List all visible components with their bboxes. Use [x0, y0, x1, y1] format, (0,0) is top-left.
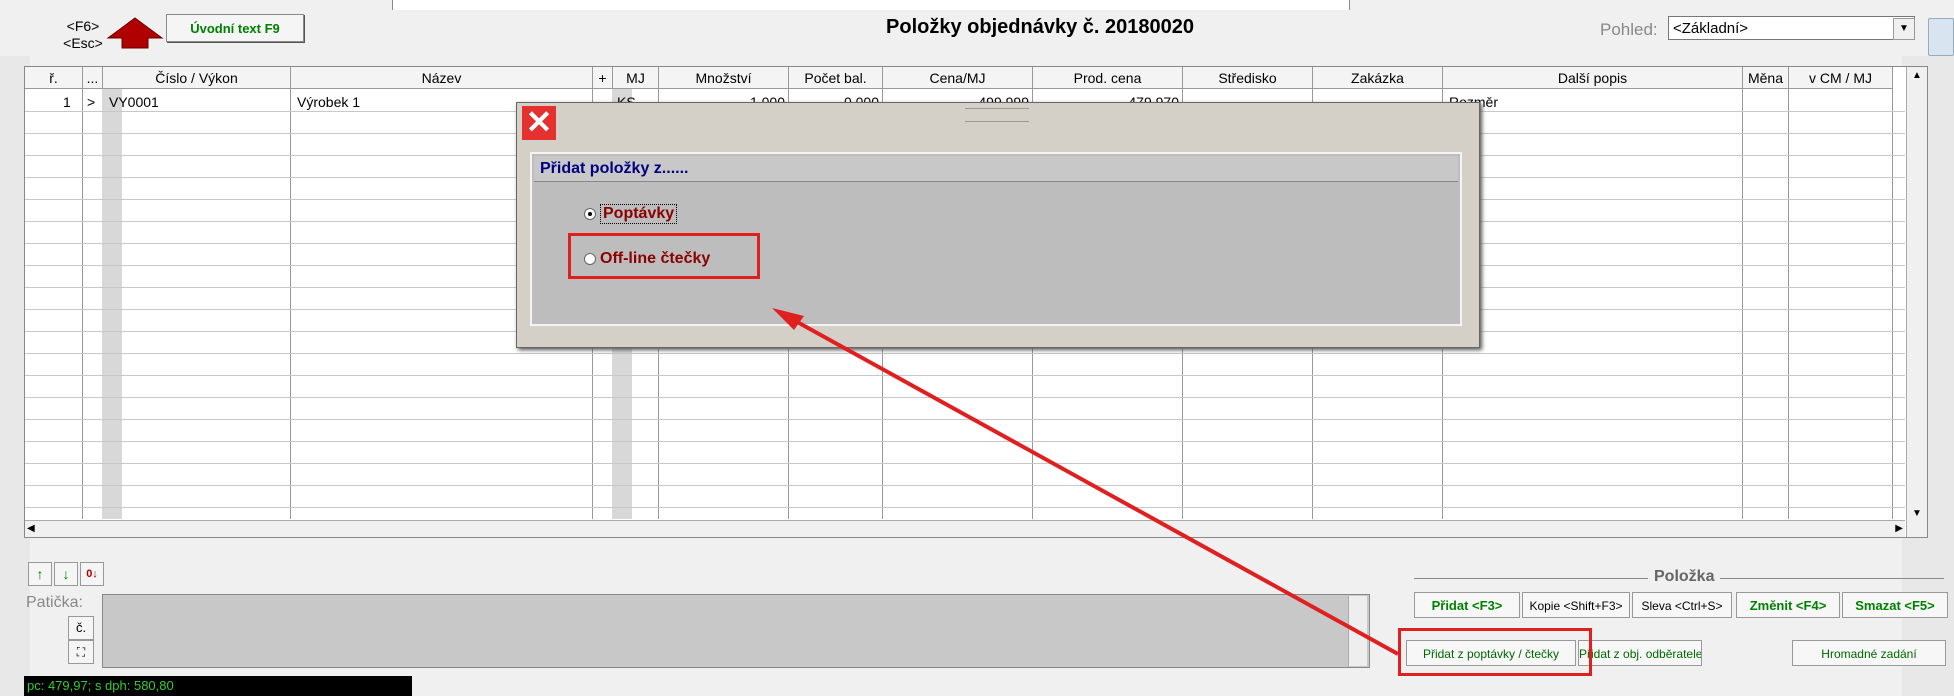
- cell-cislo[interactable]: VY0001: [109, 93, 159, 111]
- col-header-mj[interactable]: MJ: [613, 67, 659, 89]
- sort-icon[interactable]: 0↓: [80, 562, 104, 586]
- option-poptavky[interactable]: Poptávky: [584, 204, 678, 224]
- grid-marker-column: [102, 89, 122, 519]
- col-header-row[interactable]: ř.: [25, 67, 83, 89]
- col-header-plus[interactable]: +: [593, 67, 613, 89]
- col-header-prod-cena[interactable]: Prod. cena: [1033, 67, 1183, 89]
- grid-divider: [1788, 89, 1789, 519]
- scroll-right-icon[interactable]: ▶: [1895, 521, 1903, 537]
- col-header-stredisko[interactable]: Středisko: [1183, 67, 1313, 89]
- move-up-icon[interactable]: ↑: [28, 562, 52, 586]
- uvodni-text-button[interactable]: Úvodní text F9: [166, 14, 304, 42]
- smazat-button[interactable]: Smazat <F5>: [1842, 592, 1948, 618]
- col-header-v-cm-mj[interactable]: v CM / MJ: [1789, 67, 1893, 89]
- back-arrow-icon[interactable]: [106, 16, 164, 50]
- grid-divider: [1892, 89, 1893, 519]
- esc-label: <Esc>: [63, 35, 103, 51]
- option-poptavky-label[interactable]: Poptávky: [600, 204, 678, 224]
- hromadne-zadani-button[interactable]: Hromadné zadání: [1792, 640, 1946, 666]
- row-marker: >: [87, 94, 96, 110]
- pridat-button[interactable]: Přidat <F3>: [1414, 592, 1520, 618]
- pridat-z-obj-odberatele-button[interactable]: Přidat z obj. odběratele: [1578, 640, 1702, 666]
- grid-divider: [290, 89, 291, 519]
- highlight-pridat-z-poptavky: [1398, 628, 1592, 676]
- col-header-mnozstvi[interactable]: Množství: [659, 67, 789, 89]
- f6-label: <F6>: [66, 18, 100, 34]
- scroll-down-icon[interactable]: ▼: [1907, 508, 1927, 519]
- cislo-button[interactable]: č.: [68, 616, 94, 640]
- col-header-pocet-bal[interactable]: Počet bal.: [789, 67, 883, 89]
- expand-icon[interactable]: ⛶: [68, 640, 94, 664]
- col-header-nazev[interactable]: Název: [291, 67, 593, 89]
- grid-row-line: [25, 419, 1905, 420]
- grid-divider: [1742, 89, 1743, 519]
- grid-vertical-scrollbar[interactable]: ▲ ▼: [1906, 67, 1927, 537]
- polozka-group-label: Položka: [1648, 568, 1721, 586]
- paticka-label: Patička:: [26, 594, 83, 611]
- grid-row-line: [25, 353, 1905, 354]
- view-select[interactable]: <Základní>: [1668, 16, 1915, 40]
- col-header-marker[interactable]: ...: [83, 67, 103, 89]
- sleva-button[interactable]: Sleva <Ctrl+S>: [1632, 592, 1732, 618]
- col-header-cislo[interactable]: Číslo / Výkon: [103, 67, 291, 89]
- col-header-cena-mj[interactable]: Cena/MJ: [883, 67, 1033, 89]
- dialog-title: Přidat položky z......: [534, 156, 1458, 182]
- f6-esc-label: <F6> <Esc>: [58, 18, 108, 52]
- grid-row-line: [25, 507, 1905, 508]
- scroll-left-icon[interactable]: ◀: [27, 521, 35, 537]
- grid-row-line: [25, 397, 1905, 398]
- col-header-zakazka[interactable]: Zakázka: [1313, 67, 1443, 89]
- status-bar: pc: 479,97; s dph: 580,80: [24, 676, 412, 696]
- col-header-dalsi-popis[interactable]: Další popis: [1443, 67, 1743, 89]
- grid-divider: [82, 89, 83, 519]
- cell-nazev[interactable]: Výrobek 1: [297, 93, 360, 111]
- kopie-button[interactable]: Kopie <Shift+F3>: [1522, 592, 1630, 618]
- highlight-offline-ctecky: [568, 233, 760, 279]
- drag-grip-icon[interactable]: [965, 108, 1029, 122]
- document-icon[interactable]: [1928, 18, 1954, 56]
- radio-poptavky[interactable]: [584, 208, 596, 220]
- close-icon[interactable]: ✕: [522, 106, 556, 140]
- row-number[interactable]: 1: [63, 93, 71, 111]
- col-header-mena[interactable]: Měna: [1743, 67, 1789, 89]
- grid-row-line: [25, 375, 1905, 376]
- grid-horizontal-scrollbar[interactable]: ◀ ▶: [25, 520, 1905, 537]
- chevron-down-icon[interactable]: ▼: [1893, 18, 1915, 40]
- grid-row-line: [25, 485, 1905, 486]
- grid-row-line: [25, 463, 1905, 464]
- move-down-icon[interactable]: ↓: [54, 562, 78, 586]
- view-label: Pohled:: [1600, 20, 1658, 39]
- scroll-up-icon[interactable]: ▲: [1907, 67, 1927, 85]
- paticka-scrollbar[interactable]: [1348, 596, 1367, 666]
- grid-row-line: [25, 441, 1905, 442]
- window-title: Položky objednávky č. 20180020: [886, 16, 1194, 38]
- background-window-top: [392, 0, 1350, 10]
- zmenit-button[interactable]: Změnit <F4>: [1736, 592, 1840, 618]
- paticka-textarea[interactable]: [102, 594, 1370, 668]
